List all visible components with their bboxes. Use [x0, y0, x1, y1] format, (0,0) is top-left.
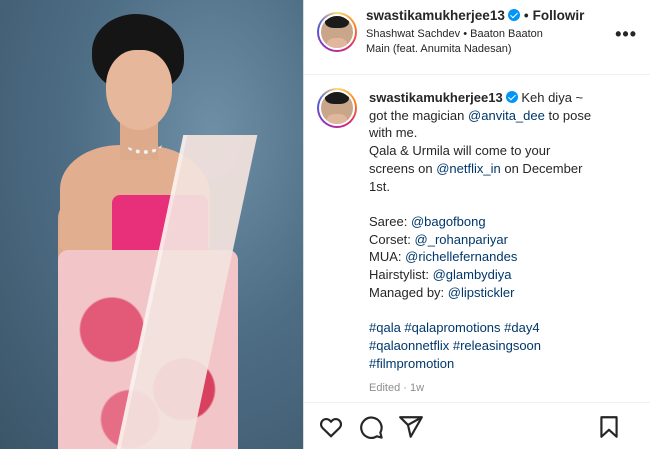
caption-author-avatar[interactable]: [317, 88, 357, 128]
caption-text: Keh diya ~: [521, 90, 584, 105]
caption-line: swastikamukherjee13 Keh diya ~: [369, 89, 635, 107]
mention-link[interactable]: @_rohanpariyar: [415, 232, 508, 247]
caption-line: got the magician @anvita_dee to pose: [369, 107, 635, 125]
post-photo[interactable]: [0, 0, 303, 449]
mention-link[interactable]: @bagofbong: [411, 214, 486, 229]
audio-line-1: Shashwat Sachdev • Baaton Baaton: [366, 28, 543, 40]
credit-label: Managed by:: [369, 284, 445, 300]
separator-dot: •: [523, 8, 529, 23]
caption-line: 1st.: [369, 178, 390, 194]
header-user-line: swastikamukherjee13 • Followir: [366, 8, 584, 23]
credit-line: Hairstylist: @glambydiya: [369, 266, 635, 284]
mention-link[interactable]: @glambydiya: [433, 267, 512, 282]
audio-line-2: Main (feat. Anumita Nadesan): [366, 43, 512, 55]
author-avatar[interactable]: [317, 12, 357, 52]
more-options-icon[interactable]: •••: [615, 24, 637, 45]
hashtag-line[interactable]: #filmpromotion: [369, 355, 635, 373]
edited-timestamp: Edited · 1w: [369, 382, 425, 394]
credit-line: MUA: @richellefernandes: [369, 248, 635, 266]
author-username[interactable]: swastikamukherjee13: [366, 8, 505, 23]
post-caption: swastikamukherjee13 Keh diya ~ got the m…: [369, 89, 635, 372]
mention-link[interactable]: @lipstickler: [448, 285, 515, 300]
verified-badge-icon: [507, 9, 520, 21]
caption-text: on December: [504, 160, 583, 176]
caption-text: to pose: [548, 107, 592, 123]
credit-line: Corset: @_rohanpariyar: [369, 231, 635, 249]
credit-label: MUA:: [369, 249, 402, 265]
hashtag-line[interactable]: #qala #qalapromotions #day4: [369, 319, 635, 337]
photo-figure-face: [106, 50, 172, 130]
mention-link[interactable]: @netflix_in: [436, 161, 501, 176]
post-side-panel: swastikamukherjee13 • Followir Shashwat Sa…: [303, 0, 650, 449]
caption-line: Qala & Urmila will come to your: [369, 143, 551, 159]
follow-button[interactable]: Followir: [533, 8, 585, 23]
photo-necklace: [126, 134, 162, 154]
verified-badge-icon: [505, 91, 518, 103]
audio-attribution[interactable]: Shashwat Sachdev • Baaton Baaton Main (f…: [366, 27, 586, 57]
caption-text: screens on: [369, 160, 433, 176]
credit-label: Saree:: [369, 213, 408, 229]
action-bar: [304, 402, 650, 450]
share-icon[interactable]: [398, 414, 424, 440]
caption-line: screens on @netflix_in on December: [369, 160, 635, 178]
credit-label: Corset:: [369, 231, 411, 247]
bookmark-icon[interactable]: [596, 414, 622, 440]
caption-text: got the magician: [369, 107, 465, 123]
caption-line: with me.: [369, 125, 418, 141]
hashtag-line[interactable]: #qalaonnetflix #releasingsoon: [369, 337, 635, 355]
credit-line: Saree: @bagofbong: [369, 213, 635, 231]
post-header: swastikamukherjee13 • Followir Shashwat Sa…: [304, 0, 650, 75]
comment-icon[interactable]: [358, 414, 384, 440]
mention-link[interactable]: @richellefernandes: [405, 249, 517, 264]
heart-icon[interactable]: [318, 414, 344, 440]
credit-label: Hairstylist:: [369, 267, 429, 283]
caption-username[interactable]: swastikamukherjee13: [369, 90, 503, 105]
mention-link[interactable]: @anvita_dee: [468, 108, 545, 123]
credit-line: Managed by: @lipstickler: [369, 284, 635, 302]
